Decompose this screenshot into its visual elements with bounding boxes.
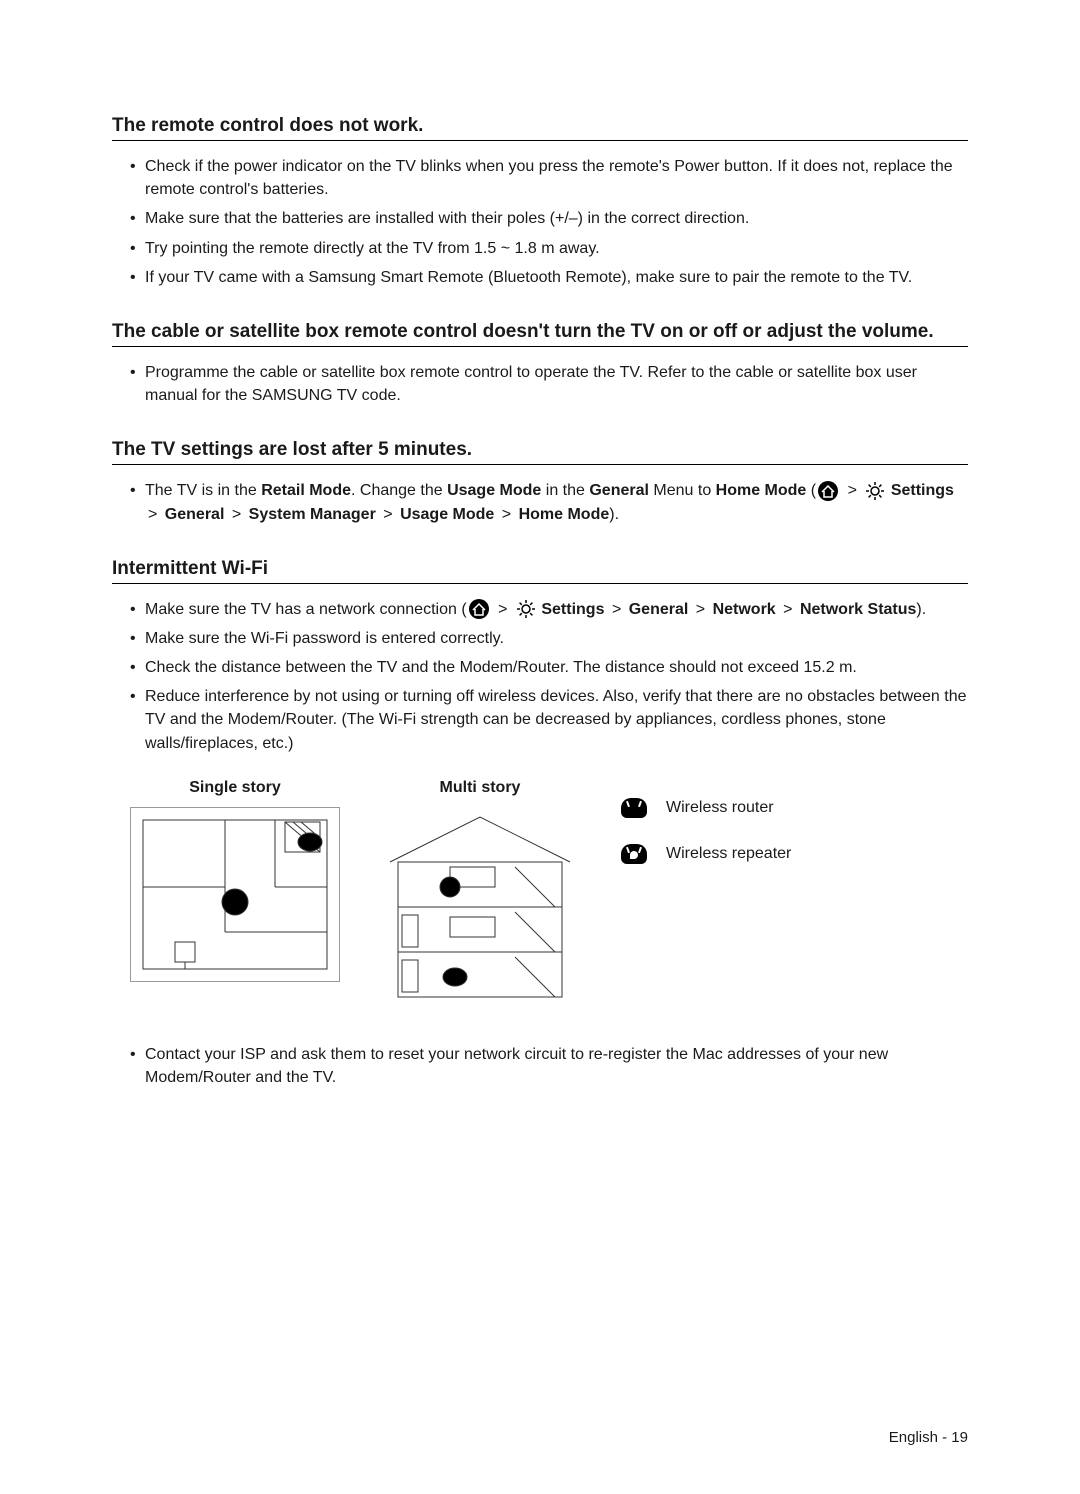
- chevron-icon: >: [148, 506, 157, 523]
- section-cable: The cable or satellite box remote contro…: [112, 321, 968, 407]
- text: Make sure the TV has a network connectio…: [145, 601, 467, 618]
- text: in the: [541, 482, 589, 499]
- heading-settings-lost: The TV settings are lost after 5 minutes…: [112, 439, 968, 465]
- list-item: Contact your ISP and ask them to reset y…: [130, 1043, 968, 1089]
- chevron-icon: >: [383, 506, 392, 523]
- diagram-multi-story: Multi story: [380, 779, 580, 1007]
- router-icon: [620, 797, 648, 819]
- legend-router: Wireless router: [620, 797, 791, 819]
- text: . Change the: [351, 482, 447, 499]
- list-settings-lost: The TV is in the Retail Mode. Change the…: [112, 479, 968, 525]
- diagram-label: Single story: [130, 779, 340, 797]
- floorplan-single-icon: [130, 807, 340, 982]
- list-item: Check if the power indicator on the TV b…: [130, 155, 968, 201]
- diagram-label: Multi story: [380, 779, 580, 797]
- diagram-legend: Wireless router Wireless repeater: [620, 779, 791, 889]
- list-item: Check the distance between the TV and th…: [130, 656, 968, 679]
- chevron-icon: >: [848, 482, 857, 499]
- page-footer: English - 19: [889, 1429, 968, 1446]
- heading-wifi: Intermittent Wi-Fi: [112, 558, 968, 584]
- list-item: Make sure the TV has a network connectio…: [130, 598, 968, 621]
- text: ).: [609, 506, 619, 523]
- text: (: [806, 482, 816, 499]
- list-item: Try pointing the remote directly at the …: [130, 237, 968, 260]
- legend-label: Wireless router: [666, 799, 774, 817]
- chevron-icon: >: [498, 601, 507, 618]
- home-icon: [468, 598, 490, 620]
- text-bold: Network: [713, 601, 776, 618]
- text-bold: General: [165, 506, 225, 523]
- gear-icon: [516, 599, 536, 619]
- text-bold: Settings: [541, 601, 604, 618]
- text-bold: General: [589, 482, 649, 499]
- home-icon: [817, 480, 839, 502]
- chevron-icon: >: [696, 601, 705, 618]
- list-item: If your TV came with a Samsung Smart Rem…: [130, 266, 968, 289]
- section-remote: The remote control does not work. Check …: [112, 115, 968, 289]
- list-cable: Programme the cable or satellite box rem…: [112, 361, 968, 407]
- legend-repeater: Wireless repeater: [620, 843, 791, 865]
- chevron-icon: >: [783, 601, 792, 618]
- text: Menu to: [649, 482, 716, 499]
- text-bold: System Manager: [249, 506, 376, 523]
- chevron-icon: >: [232, 506, 241, 523]
- chevron-icon: >: [502, 506, 511, 523]
- text-bold: General: [629, 601, 689, 618]
- text: ).: [916, 601, 926, 618]
- text-bold: Network Status: [800, 601, 916, 618]
- repeater-icon: [620, 843, 648, 865]
- gear-icon: [865, 481, 885, 501]
- chevron-icon: >: [612, 601, 621, 618]
- floorplan-multi-icon: [380, 807, 580, 1002]
- text-bold: Home Mode: [716, 482, 807, 499]
- legend-label: Wireless repeater: [666, 845, 791, 863]
- heading-remote: The remote control does not work.: [112, 115, 968, 141]
- list-remote: Check if the power indicator on the TV b…: [112, 155, 968, 289]
- list-item: Make sure that the batteries are install…: [130, 207, 968, 230]
- list-item: The TV is in the Retail Mode. Change the…: [130, 479, 968, 525]
- list-item: Programme the cable or satellite box rem…: [130, 361, 968, 407]
- list-item: Reduce interference by not using or turn…: [130, 685, 968, 755]
- section-settings-lost: The TV settings are lost after 5 minutes…: [112, 439, 968, 525]
- list-wifi: Make sure the TV has a network connectio…: [112, 598, 968, 755]
- text-bold: Retail Mode: [261, 482, 351, 499]
- heading-cable: The cable or satellite box remote contro…: [112, 321, 968, 347]
- diagram-single-story: Single story: [130, 779, 340, 982]
- text-bold: Home Mode: [519, 506, 610, 523]
- text-bold: Usage Mode: [447, 482, 541, 499]
- text-bold: Usage Mode: [400, 506, 494, 523]
- diagram-row: Single story Multi s: [112, 779, 968, 1007]
- text: The TV is in the: [145, 482, 261, 499]
- list-item: Make sure the Wi-Fi password is entered …: [130, 627, 968, 650]
- section-wifi: Intermittent Wi-Fi Make sure the TV has …: [112, 558, 968, 1090]
- list-wifi-contact: Contact your ISP and ask them to reset y…: [112, 1043, 968, 1089]
- text-bold: Settings: [891, 482, 954, 499]
